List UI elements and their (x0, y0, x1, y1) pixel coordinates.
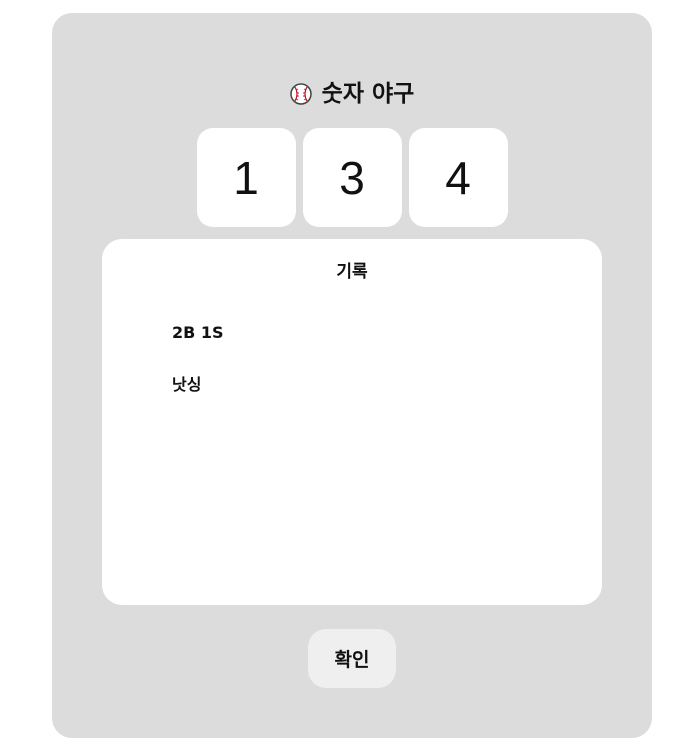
baseball-icon (289, 81, 312, 115)
history-list: 2B 1S 낫싱 (172, 323, 224, 427)
game-title-row: 숫자 야구 (52, 77, 652, 115)
history-item: 2B 1S (172, 323, 224, 342)
history-panel: 기록 2B 1S 낫싱 (102, 239, 602, 605)
digit-slot-3[interactable]: 4 (408, 128, 508, 227)
digit-slot-1[interactable]: 1 (196, 128, 296, 227)
digit-slot-2[interactable]: 3 (302, 128, 402, 227)
page-title: 숫자 야구 (321, 81, 415, 107)
digit-row: 1 3 4 (52, 128, 652, 227)
confirm-button[interactable]: 확인 (308, 629, 396, 688)
history-item: 낫싱 (172, 375, 202, 394)
history-title: 기록 (336, 262, 368, 282)
